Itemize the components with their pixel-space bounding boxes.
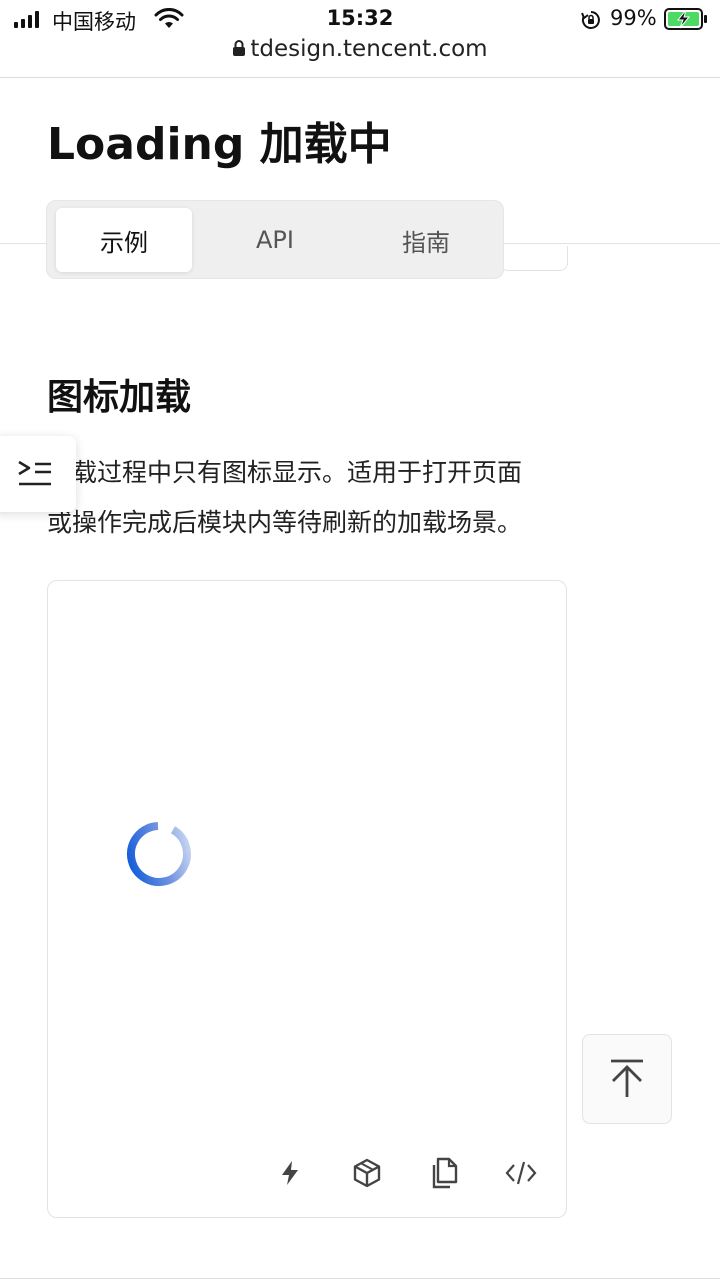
table-of-contents-button[interactable] bbox=[0, 436, 76, 512]
tab-examples[interactable]: 示例 bbox=[56, 208, 192, 272]
copy-icon[interactable] bbox=[427, 1156, 461, 1190]
rotation-lock-icon bbox=[580, 9, 602, 35]
back-to-top-button[interactable] bbox=[582, 1034, 672, 1124]
toc-icon bbox=[18, 460, 51, 486]
lock-icon bbox=[232, 37, 246, 63]
cube-icon[interactable] bbox=[350, 1156, 384, 1190]
divider bbox=[504, 243, 720, 244]
url-text: tdesign.tencent.com bbox=[250, 36, 488, 62]
battery-percentage: 99% bbox=[610, 6, 657, 30]
arrow-up-icon bbox=[611, 1059, 643, 1097]
tab-guide[interactable]: 指南 bbox=[358, 208, 494, 272]
section-title: 图标加载 bbox=[47, 377, 192, 418]
tab-bar: 示例 API 指南 bbox=[46, 200, 504, 279]
demo-card bbox=[47, 580, 567, 1218]
tab-api[interactable]: API bbox=[207, 208, 343, 272]
divider bbox=[0, 1278, 720, 1279]
status-bar: 中国移动 15:32 99% bbox=[0, 0, 720, 40]
card-edge bbox=[500, 246, 568, 271]
address-bar[interactable]: tdesign.tencent.com bbox=[0, 36, 720, 66]
battery-charging-icon bbox=[664, 8, 708, 34]
lightning-icon[interactable] bbox=[273, 1156, 307, 1190]
divider bbox=[0, 243, 48, 244]
loading-spinner-icon bbox=[124, 819, 194, 893]
page-title: Loading 加载中 bbox=[47, 119, 392, 170]
divider bbox=[0, 77, 720, 78]
section-description: 加载过程中只有图标显示。适用于打开页面 或操作完成后模块内等待刷新的加载场景。 bbox=[47, 458, 523, 537]
code-icon[interactable] bbox=[504, 1156, 538, 1190]
